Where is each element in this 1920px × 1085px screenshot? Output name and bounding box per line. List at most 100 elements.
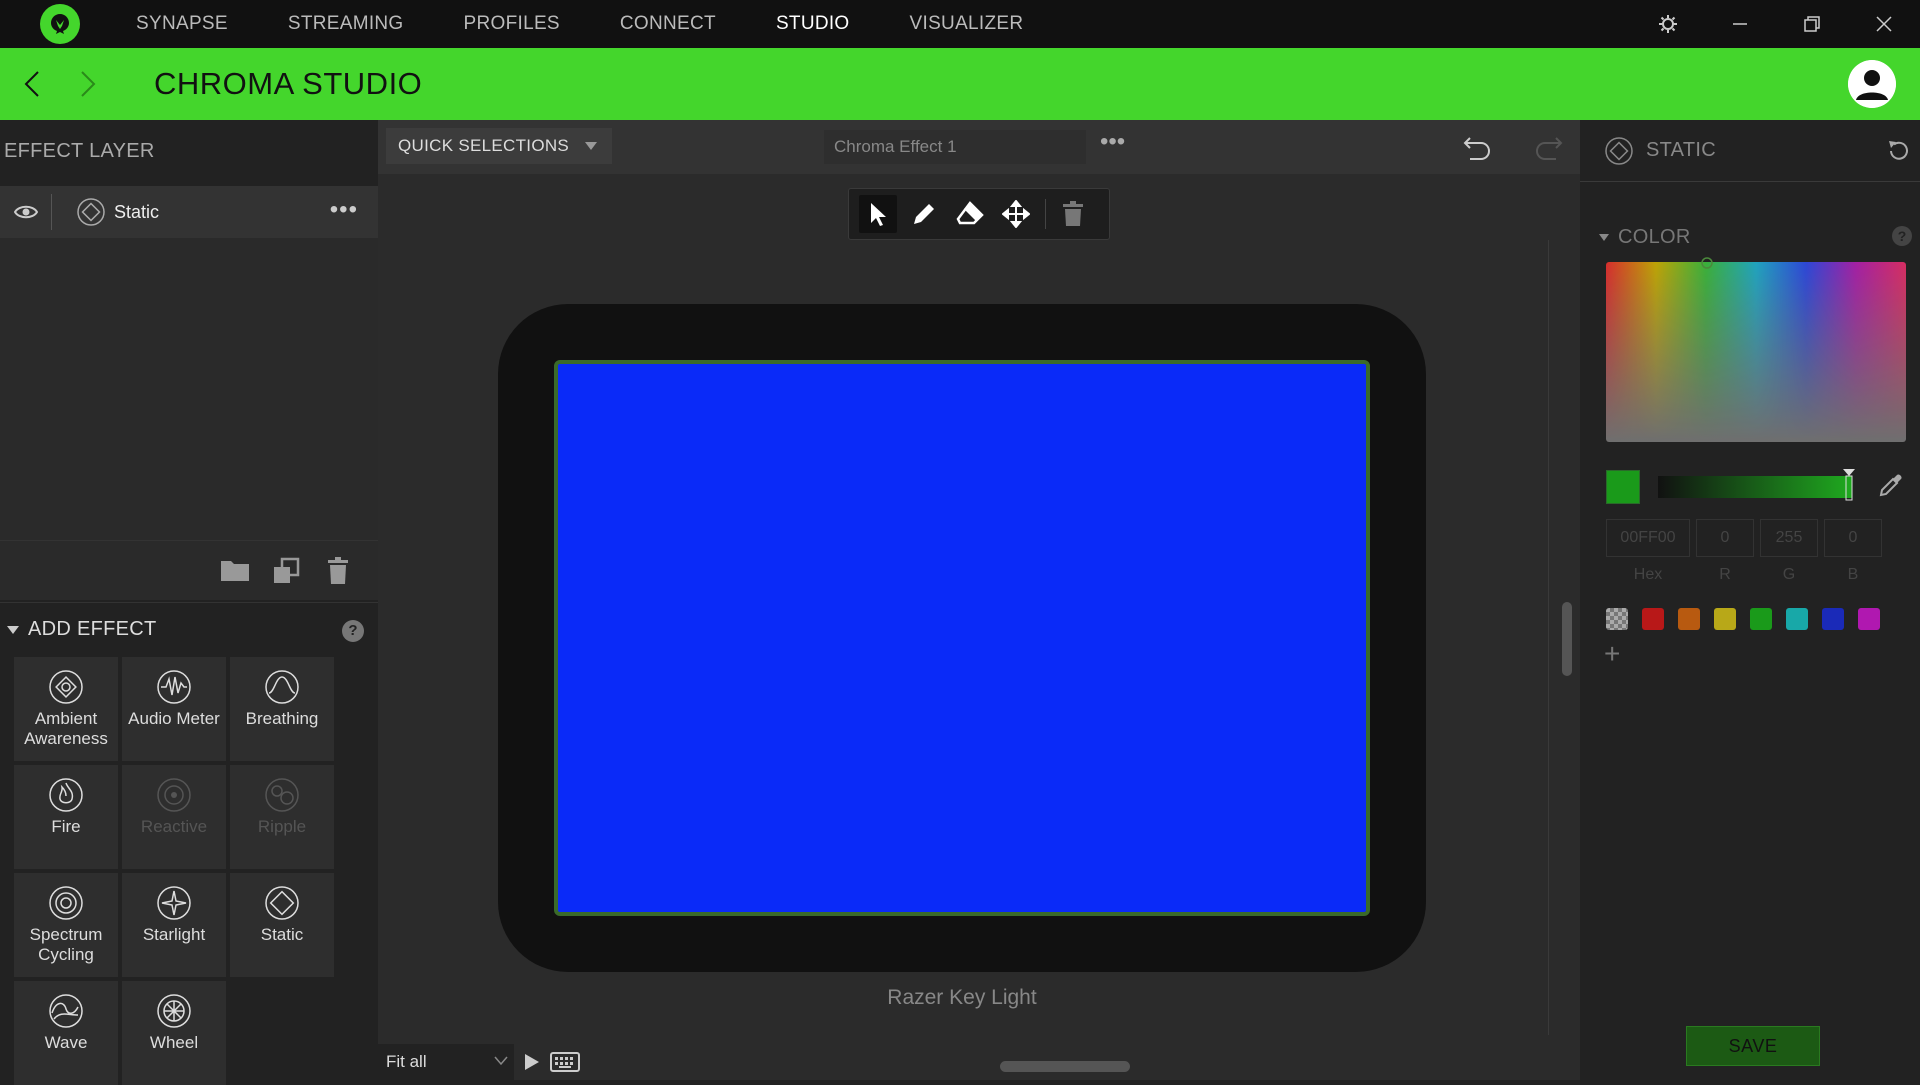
audio-meter-icon	[157, 670, 191, 704]
wheel-icon	[157, 994, 191, 1028]
trash-icon[interactable]	[326, 557, 356, 587]
restore-icon[interactable]	[1776, 0, 1848, 48]
preset-magenta[interactable]	[1858, 608, 1880, 630]
effect-audio-meter[interactable]: Audio Meter	[122, 657, 226, 761]
effect-wave[interactable]: Wave	[14, 981, 118, 1085]
effect-starlight[interactable]: Starlight	[122, 873, 226, 977]
add-effect-header[interactable]: ADD EFFECT ?	[0, 602, 378, 656]
chevron-down-icon	[585, 142, 597, 150]
page-title: CHROMA STUDIO	[154, 66, 423, 101]
settings-gear-icon[interactable]	[1632, 0, 1704, 48]
layer-name: Static	[114, 201, 160, 222]
back-arrow-icon[interactable]	[16, 64, 48, 104]
static-icon	[76, 197, 106, 227]
select-cursor-icon[interactable]	[859, 195, 897, 233]
green-input[interactable]	[1760, 519, 1818, 557]
effect-label: Wheel	[149, 1033, 199, 1052]
zoom-dropdown[interactable]: Fit all	[378, 1044, 514, 1080]
color-spectrum-picker[interactable]	[1606, 262, 1906, 442]
fire-icon	[49, 778, 83, 812]
wave-icon	[49, 994, 83, 1028]
quick-selections-dropdown[interactable]: QUICK SELECTIONS	[386, 128, 612, 164]
user-avatar-icon[interactable]	[1848, 60, 1896, 108]
current-color-swatch[interactable]	[1606, 470, 1640, 504]
effect-spectrum-cycling[interactable]: Spectrum Cycling	[14, 873, 118, 977]
preset-orange[interactable]	[1678, 608, 1700, 630]
minimize-icon[interactable]	[1704, 0, 1776, 48]
vertical-scroll-track	[1548, 240, 1549, 1035]
trash-icon[interactable]	[1054, 195, 1092, 233]
preset-blue[interactable]	[1822, 608, 1844, 630]
device-name: Razer Key Light	[887, 986, 1037, 1009]
hex-input[interactable]	[1606, 519, 1690, 557]
ripple-icon	[265, 778, 299, 812]
page-header: CHROMA STUDIO	[0, 48, 1920, 120]
effect-label: Reactive	[140, 817, 208, 836]
undo-icon[interactable]	[1462, 132, 1492, 162]
blue-input[interactable]	[1824, 519, 1882, 557]
static-icon	[265, 886, 299, 920]
nav-visualizer[interactable]: VISUALIZER	[910, 13, 1024, 35]
layer-row[interactable]: Static •••	[0, 186, 378, 238]
save-button[interactable]: SAVE	[1686, 1026, 1820, 1066]
close-icon[interactable]	[1848, 0, 1920, 48]
effect-label: Ambient Awareness	[24, 709, 108, 748]
color-section-header[interactable]: COLOR ?	[1580, 220, 1920, 254]
horizontal-scrollbar[interactable]	[1000, 1061, 1130, 1072]
slider-thumb[interactable]	[1842, 468, 1856, 504]
effect-more-icon[interactable]: •••	[1100, 128, 1125, 156]
vertical-scrollbar[interactable]	[1562, 602, 1572, 676]
preset-cyan[interactable]	[1786, 608, 1808, 630]
eraser-icon[interactable]	[951, 195, 989, 233]
preset-yellow[interactable]	[1714, 608, 1736, 630]
effect-label: Static	[260, 925, 304, 944]
preset-green[interactable]	[1750, 608, 1772, 630]
folder-icon[interactable]	[220, 557, 250, 587]
effect-reactive: Reactive	[122, 765, 226, 869]
red-input[interactable]	[1696, 519, 1754, 557]
layer-tools	[0, 540, 378, 600]
eyedropper-icon[interactable]	[1878, 472, 1904, 498]
play-icon[interactable]	[524, 1053, 540, 1071]
effect-ripple: Ripple	[230, 765, 334, 869]
effect-label: Ripple	[257, 817, 307, 836]
move-icon[interactable]	[997, 195, 1035, 233]
effect-fire[interactable]: Fire	[14, 765, 118, 869]
layer-more-icon[interactable]: •••	[330, 196, 358, 224]
transparent-preset[interactable]	[1606, 608, 1628, 630]
spectrum-handle[interactable]	[1700, 256, 1714, 270]
green-label: G	[1782, 566, 1796, 583]
right-panel: STATIC COLOR ? Hex R G B + SAVE	[1580, 120, 1920, 1080]
nav-studio[interactable]: STUDIO	[776, 13, 850, 35]
razer-logo-icon[interactable]	[40, 4, 80, 44]
device-frame	[498, 304, 1426, 972]
help-icon[interactable]: ?	[342, 620, 364, 642]
device-led-area[interactable]	[554, 360, 1370, 916]
pencil-icon[interactable]	[905, 195, 943, 233]
effect-static[interactable]: Static	[230, 873, 334, 977]
canvas-area: QUICK SELECTIONS ••• Razer	[378, 120, 1580, 1080]
preset-red[interactable]	[1642, 608, 1664, 630]
brightness-slider[interactable]	[1658, 469, 1855, 501]
nav-streaming[interactable]: STREAMING	[288, 13, 404, 35]
add-preset-icon[interactable]: +	[1604, 640, 1620, 668]
keyboard-icon[interactable]	[550, 1052, 580, 1072]
nav-synapse[interactable]: SYNAPSE	[136, 13, 228, 35]
effect-name-input[interactable]	[824, 130, 1086, 164]
effect-properties-title: STATIC	[1646, 139, 1716, 161]
reset-icon[interactable]	[1886, 138, 1912, 164]
nav-profiles[interactable]: PROFILES	[464, 13, 560, 35]
forward-arrow-icon[interactable]	[72, 64, 104, 104]
duplicate-icon[interactable]	[272, 557, 302, 587]
static-icon	[1604, 136, 1634, 166]
effect-ambient-awareness[interactable]: Ambient Awareness	[14, 657, 118, 761]
help-icon[interactable]: ?	[1892, 226, 1912, 246]
redo-icon[interactable]	[1534, 132, 1564, 162]
effect-label: Wave	[44, 1033, 88, 1052]
hex-label: Hex	[1633, 566, 1663, 583]
effect-breathing[interactable]: Breathing	[230, 657, 334, 761]
effect-wheel[interactable]: Wheel	[122, 981, 226, 1085]
nav-connect[interactable]: CONNECT	[620, 13, 716, 35]
eye-icon[interactable]	[0, 194, 52, 230]
effect-label: Spectrum Cycling	[29, 925, 103, 964]
